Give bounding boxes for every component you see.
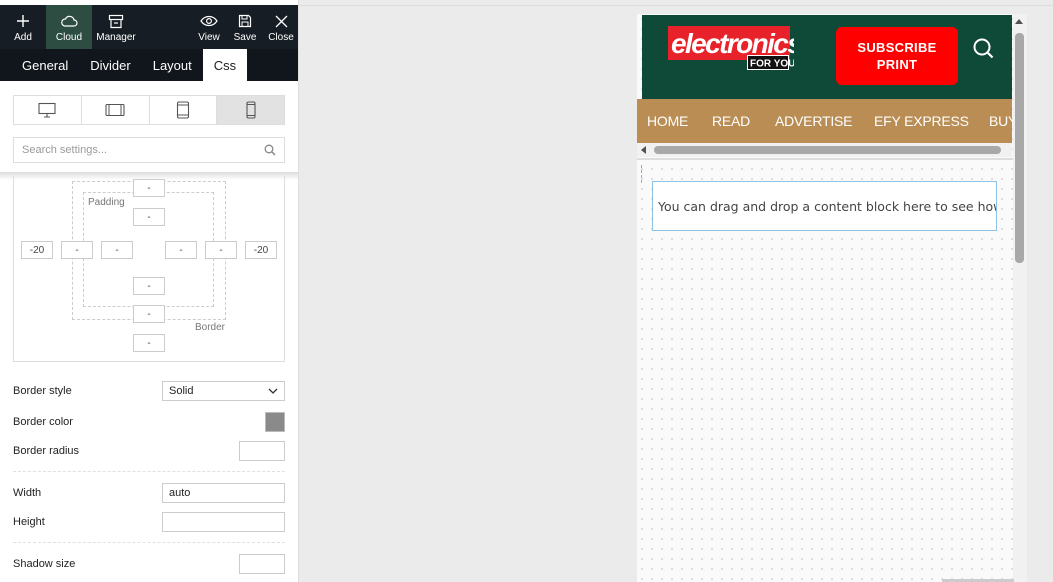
drop-zone[interactable]: You can drag and drop a content block he… (652, 181, 997, 231)
settings-panel: Add Cloud Manager View Save Close Genera… (0, 0, 299, 582)
save-button[interactable]: Save (227, 5, 263, 49)
search-icon (264, 144, 276, 156)
border-style-select[interactable]: Solid (162, 381, 285, 401)
tablet-icon (176, 101, 189, 119)
nav-read[interactable]: READ (712, 99, 750, 143)
nav-advertise[interactable]: ADVERTISE (775, 99, 853, 143)
border-label: Border (195, 322, 226, 333)
margin-left-input[interactable] (21, 241, 53, 259)
scroll-up-arrow-icon[interactable] (1015, 19, 1023, 24)
site-nav: HOME READ ADVERTISE EFY EXPRESS BUY (637, 99, 1012, 143)
height-label: Height (13, 516, 45, 528)
divider (13, 471, 285, 472)
width-row: Width auto (13, 481, 285, 505)
plus-icon (16, 12, 30, 30)
width-input[interactable]: auto (162, 483, 285, 503)
cloud-button[interactable]: Cloud (46, 5, 92, 49)
add-button[interactable]: Add (0, 5, 46, 49)
subscribe-line1: SUBSCRIBE (857, 40, 937, 55)
tab-divider[interactable]: Divider (79, 49, 141, 81)
manager-button[interactable]: Manager (92, 5, 140, 49)
border-style-row: Border style Solid (13, 379, 285, 403)
border-color-swatch[interactable] (265, 412, 285, 432)
drop-guide (641, 165, 642, 183)
border-style-label: Border style (13, 385, 72, 397)
settings-search (13, 137, 285, 163)
nav-home[interactable]: HOME (647, 99, 688, 143)
view-button[interactable]: View (191, 5, 227, 49)
padding-right-input[interactable] (165, 241, 197, 259)
device-tablet-landscape[interactable] (82, 96, 150, 124)
border-radius-input[interactable] (239, 441, 285, 461)
save-label: Save (233, 32, 257, 43)
subscribe-line2: PRINT (876, 57, 918, 72)
desktop-icon (38, 102, 56, 118)
close-label: Close (268, 32, 294, 43)
box-model-editor: Padding Border (13, 176, 285, 362)
settings-tabs: General Divider Layout Css (0, 49, 298, 81)
vertical-scroll-thumb[interactable] (1015, 33, 1024, 263)
close-icon (275, 12, 288, 30)
margin-right-input[interactable] (245, 241, 277, 259)
padding-top-input[interactable] (133, 208, 165, 226)
scroll-left-arrow-icon[interactable] (641, 146, 646, 154)
floppy-icon (238, 12, 252, 30)
shadow-size-row: Shadow size (13, 552, 285, 576)
manager-icon (108, 12, 124, 30)
margin-bottom-input[interactable] (133, 334, 165, 352)
chevron-down-icon (268, 388, 278, 394)
border-color-label: Border color (13, 416, 73, 428)
drop-zone-text: You can drag and drop a content block he… (658, 198, 997, 214)
border-radius-row: Border radius (13, 439, 285, 463)
border-style-value: Solid (169, 385, 194, 397)
border-bottom-input[interactable] (133, 305, 165, 323)
height-input[interactable] (162, 512, 285, 532)
width-label: Width (13, 487, 42, 499)
device-switcher (13, 95, 285, 125)
padding-label: Padding (88, 197, 125, 208)
padding-left-input[interactable] (101, 241, 133, 259)
shadow-size-label: Shadow size (13, 558, 76, 570)
tab-general[interactable]: General (12, 49, 79, 81)
nav-efy-express[interactable]: EFY EXPRESS (874, 99, 969, 143)
divider (13, 542, 285, 543)
manager-label: Manager (96, 32, 136, 43)
tab-layout[interactable]: Layout (142, 49, 203, 81)
border-left-input[interactable] (61, 241, 93, 259)
site-logo[interactable]: electronics FOR YOU (668, 26, 804, 75)
padding-bottom-input[interactable] (133, 277, 165, 295)
add-label: Add (14, 32, 32, 43)
search-input[interactable] (22, 144, 264, 156)
view-label: View (198, 32, 220, 43)
top-divider (299, 5, 1053, 6)
eye-icon (200, 12, 218, 30)
device-mobile[interactable] (217, 96, 284, 124)
tab-css[interactable]: Css (202, 49, 248, 81)
close-button[interactable]: Close (263, 5, 298, 49)
tablet-landscape-icon (105, 103, 125, 117)
device-tablet[interactable] (150, 96, 218, 124)
height-row: Height (13, 510, 285, 534)
border-color-row: Border color (13, 410, 285, 434)
logo-main-text: electronics (671, 28, 794, 59)
cloud-icon (60, 12, 78, 30)
search-icon[interactable] (972, 37, 996, 64)
nav-buy[interactable]: BUY (989, 99, 1012, 143)
horizontal-scroll-thumb[interactable] (654, 146, 1001, 154)
subscribe-print-button[interactable]: SUBSCRIBE PRINT (836, 27, 958, 85)
logo-sub-text: FOR YOU (750, 59, 794, 70)
device-desktop[interactable] (14, 96, 82, 124)
margin-top-input[interactable] (133, 179, 165, 197)
cloud-label: Cloud (55, 32, 83, 43)
content-separator (637, 158, 1012, 160)
border-right-input[interactable] (205, 241, 237, 259)
mobile-icon (246, 101, 256, 119)
border-radius-label: Border radius (13, 445, 80, 457)
top-toolbar: Add Cloud Manager View Save Close (0, 5, 298, 49)
shadow-size-input[interactable] (239, 554, 285, 574)
